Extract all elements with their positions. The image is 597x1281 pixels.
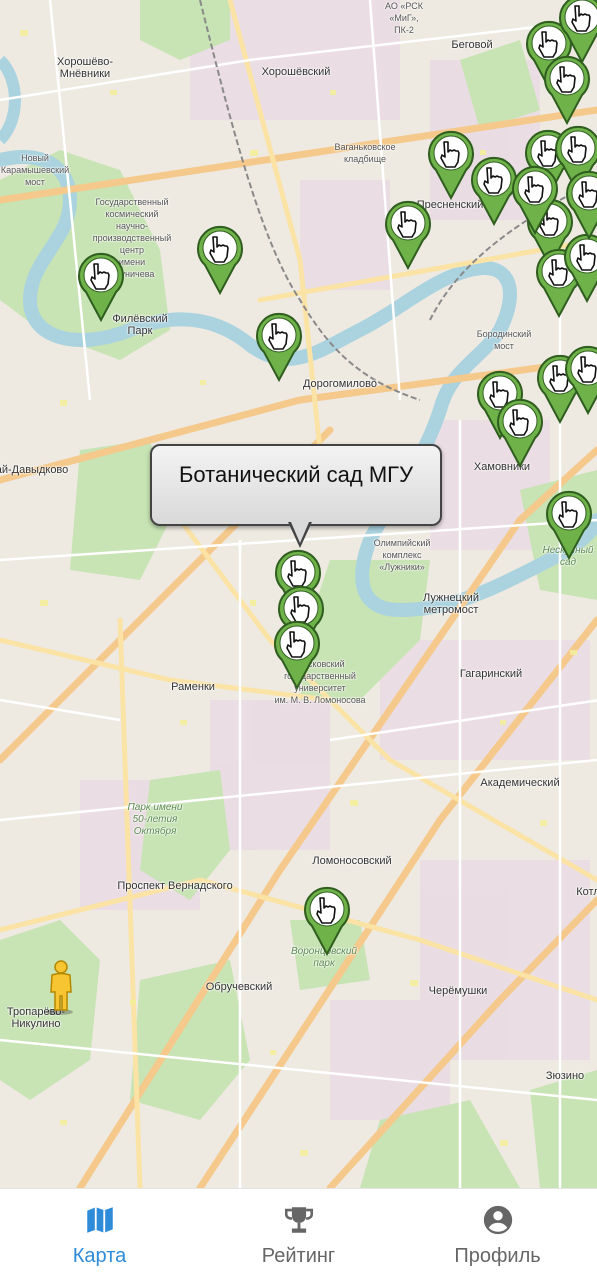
nav-label-map: Карта: [72, 1245, 127, 1267]
label-akademichesky: Академический: [480, 777, 560, 789]
label-park-50: Парк имени 50-летия Октября: [127, 802, 183, 837]
hand-pointer-pin-icon: [471, 156, 517, 226]
trophy-icon: [284, 1207, 313, 1233]
place-marker[interactable]: [544, 55, 590, 125]
hand-pointer-pin-icon: [304, 886, 350, 956]
place-marker[interactable]: [565, 345, 597, 415]
label-davydkovo: ай-Давыдково: [0, 464, 69, 476]
label-vagankovskoe: Ваганьковское кладбище: [334, 142, 396, 164]
place-marker[interactable]: [385, 200, 431, 270]
label-zyuzino: Зюзино: [545, 1070, 585, 1082]
hand-pointer-pin-icon: [566, 170, 597, 240]
label-borodinsky: Бородинский мост: [476, 329, 532, 351]
hand-pointer-pin-icon: [565, 345, 597, 415]
hand-pointer-pin-icon: [512, 165, 558, 235]
tooltip-text: Ботанический сад МГУ: [178, 462, 414, 487]
hand-pointer-pin-icon: [78, 252, 124, 322]
label-khoroshevsky: Хорошёвский: [261, 66, 331, 78]
pegman-icon[interactable]: [44, 960, 78, 1016]
label-lomonosovsky: Ломоносовский: [312, 855, 392, 867]
label-dorogomilovo: Дорогомилово: [302, 378, 378, 390]
nav-item-profile[interactable]: Профиль: [398, 1189, 597, 1281]
place-marker[interactable]: [566, 170, 597, 240]
place-marker[interactable]: [471, 156, 517, 226]
place-marker[interactable]: [512, 165, 558, 235]
label-luzhnetsky: Лужнецкий метромост: [423, 592, 479, 616]
label-ramenki: Раменки: [171, 681, 215, 693]
label-khoroshevo-mnevniki: Хорошёво- Мнёвники: [56, 56, 114, 80]
place-marker[interactable]: [304, 886, 350, 956]
map-icon: [86, 1207, 113, 1233]
hand-pointer-pin-icon: [544, 55, 590, 125]
label-novy-karamyshevsky: Новый Карамышевский мост: [0, 153, 70, 187]
hand-pointer-pin-icon: [428, 130, 474, 200]
place-marker[interactable]: [428, 130, 474, 200]
hand-pointer-pin-icon: [256, 312, 302, 382]
place-marker[interactable]: [274, 620, 320, 690]
nav-label-rating: Рейтинг: [261, 1245, 336, 1267]
place-marker[interactable]: [564, 233, 597, 303]
label-mig: АО «РСК «МиГ», ПК-2: [385, 1, 423, 35]
account-circle-icon: [483, 1205, 512, 1235]
place-tooltip[interactable]: Ботанический сад МГУ: [150, 444, 446, 548]
label-cheryomushki: Черёмушки: [428, 985, 488, 997]
label-gagarinsky: Гагаринский: [459, 668, 523, 680]
place-marker[interactable]: [546, 490, 592, 560]
label-luzhniki: Олимпийский комплекс «Лужники»: [373, 538, 431, 572]
nav-label-profile: Профиль: [454, 1245, 541, 1267]
hand-pointer-pin-icon: [274, 620, 320, 690]
hand-pointer-pin-icon: [385, 200, 431, 270]
bottom-navigation: Карта Рейтинг Профиль: [0, 1188, 597, 1281]
hand-pointer-pin-icon: [564, 233, 597, 303]
label-kotl: Котл: [576, 886, 597, 898]
place-marker[interactable]: [78, 252, 124, 322]
place-marker[interactable]: [197, 225, 243, 295]
label-begovoy: Беговой: [451, 39, 493, 51]
nav-item-map[interactable]: Карта: [0, 1189, 199, 1281]
place-marker[interactable]: [256, 312, 302, 382]
hand-pointer-pin-icon: [197, 225, 243, 295]
nav-item-rating[interactable]: Рейтинг: [199, 1189, 398, 1281]
label-prospekt-vernadskogo: Проспект Вернадского: [117, 880, 233, 892]
hand-pointer-pin-icon: [546, 490, 592, 560]
map-view[interactable]: Хорошёво- Мнёвники Хорошёвский Беговой Новы…: [0, 0, 597, 1188]
tooltip-tail-inner: [291, 522, 309, 543]
label-obruchevsky: Обручевский: [205, 981, 273, 993]
